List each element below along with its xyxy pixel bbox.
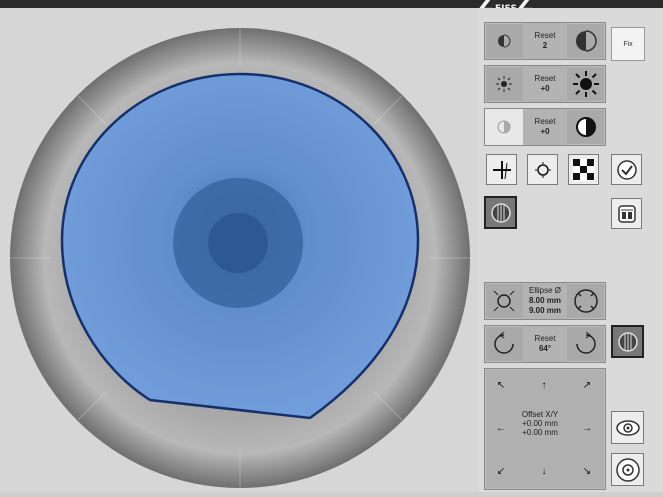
offset-readout: Offset X/Y +0.00 mm +0.00 mm bbox=[521, 410, 559, 437]
rotation-control: Reset 64° bbox=[484, 325, 606, 363]
brightness-reset-button[interactable]: Reset +0 bbox=[523, 66, 567, 102]
contrast-control: Reset +0 bbox=[484, 108, 606, 146]
contrast-large-icon bbox=[576, 117, 596, 137]
lens-grid-icon bbox=[617, 331, 638, 352]
brightness-increase-button[interactable] bbox=[567, 66, 605, 102]
center-tool-button[interactable] bbox=[527, 154, 558, 185]
crosshair-tool-button[interactable] bbox=[486, 154, 517, 185]
eye-icon bbox=[615, 419, 640, 436]
eye-view-button[interactable] bbox=[611, 411, 644, 444]
expand-icon bbox=[574, 289, 598, 313]
arrow-up-left-button[interactable]: ↖ bbox=[493, 377, 509, 393]
contrast-reset-button[interactable]: Reset +0 bbox=[523, 109, 567, 145]
eye-image bbox=[10, 28, 470, 488]
sun-small-icon bbox=[496, 76, 512, 92]
crosshair-icon bbox=[492, 160, 511, 179]
arrow-up-right-button[interactable]: ↗ bbox=[579, 377, 595, 393]
ellipse-control: Ellipse Ø 8.00 mm 9.00 mm bbox=[484, 282, 606, 320]
top-bar bbox=[0, 0, 663, 8]
lens-overlay-toggle[interactable] bbox=[611, 325, 644, 358]
half-circle-small-icon bbox=[498, 34, 511, 48]
sun-large-icon bbox=[573, 71, 599, 97]
arrow-up-button[interactable]: ↑ bbox=[536, 377, 552, 393]
contrast-decrease-button[interactable] bbox=[485, 109, 523, 145]
rotate-right-icon bbox=[576, 332, 596, 354]
ellipse-readout[interactable]: Ellipse Ø 8.00 mm 9.00 mm bbox=[523, 283, 567, 319]
print-button[interactable] bbox=[611, 198, 642, 229]
confirm-tool-button[interactable] bbox=[611, 154, 642, 185]
lens-view-button[interactable] bbox=[484, 196, 517, 229]
check-circle-icon bbox=[616, 159, 637, 180]
size-control: Reset 2 bbox=[484, 22, 606, 60]
rotate-ccw-button[interactable] bbox=[485, 326, 523, 362]
size-reset-button[interactable]: Reset 2 bbox=[523, 23, 567, 59]
arrow-down-left-button[interactable]: ↙ bbox=[493, 463, 509, 479]
shrink-icon bbox=[493, 290, 515, 312]
checker-icon bbox=[572, 158, 595, 181]
pupil-center bbox=[208, 213, 268, 273]
fix-button[interactable]: Fix bbox=[611, 27, 645, 61]
arrow-down-button[interactable]: ↓ bbox=[536, 463, 552, 479]
size-increase-button[interactable] bbox=[567, 23, 605, 59]
rotate-left-icon bbox=[494, 332, 514, 354]
arrow-down-right-button[interactable]: ↘ bbox=[579, 463, 595, 479]
lens-grid-icon bbox=[490, 202, 511, 223]
eye-viewer[interactable] bbox=[0, 8, 478, 492]
brightness-control: Reset +0 bbox=[484, 65, 606, 103]
eye-target-icon bbox=[615, 457, 640, 482]
contrast-small-icon bbox=[497, 120, 511, 134]
ellipse-shrink-button[interactable] bbox=[485, 283, 523, 319]
rotation-reset-button[interactable]: Reset 64° bbox=[523, 326, 567, 362]
ring-icon bbox=[534, 161, 551, 178]
brightness-decrease-button[interactable] bbox=[485, 66, 523, 102]
eye-center-button[interactable] bbox=[611, 453, 644, 486]
pattern-tool-button[interactable] bbox=[568, 154, 599, 185]
half-circle-large-icon bbox=[576, 30, 597, 52]
arrow-left-button[interactable]: ← bbox=[493, 420, 509, 436]
printer-icon bbox=[617, 204, 636, 223]
contrast-increase-button[interactable] bbox=[567, 109, 605, 145]
arrow-right-button[interactable]: → bbox=[579, 420, 595, 436]
rotate-cw-button[interactable] bbox=[567, 326, 605, 362]
ellipse-expand-button[interactable] bbox=[567, 283, 605, 319]
size-decrease-button[interactable] bbox=[485, 23, 523, 59]
